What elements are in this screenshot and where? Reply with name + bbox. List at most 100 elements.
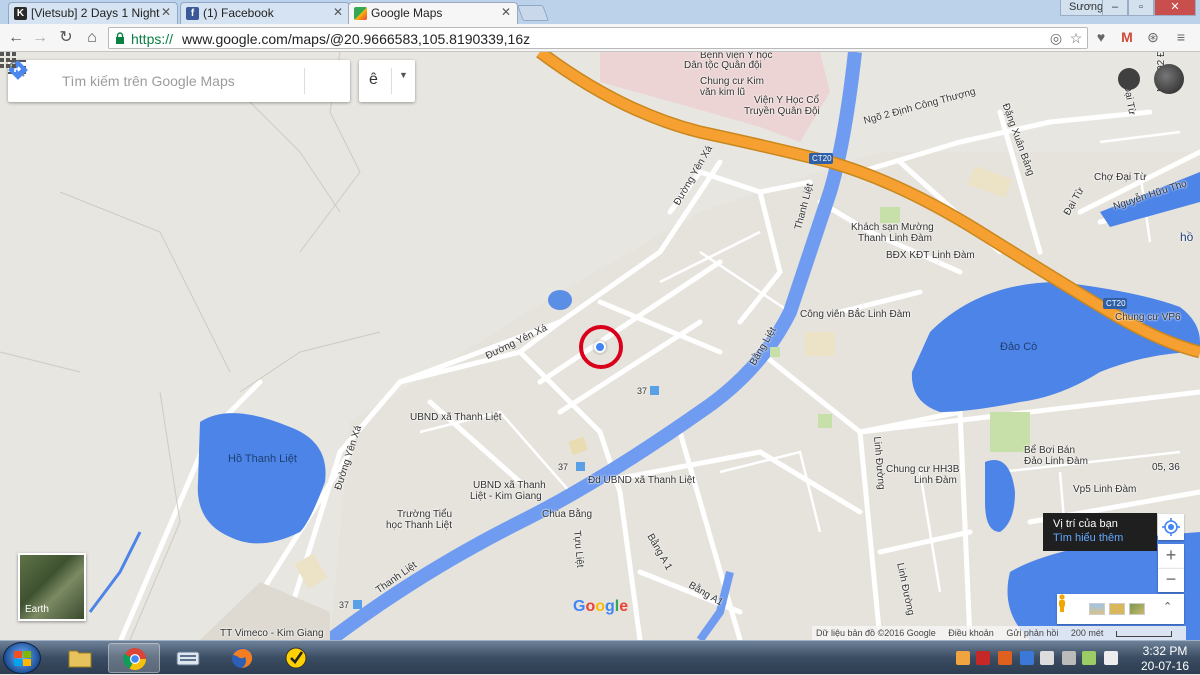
expand-chevron-icon[interactable]: ⌃	[1163, 600, 1172, 613]
address-bar[interactable]: https:// www.google.com/maps/@20.9666583…	[108, 27, 1088, 49]
windows-logo-icon	[14, 651, 31, 666]
imagery-thumbnail[interactable]	[1129, 603, 1145, 615]
taskbar-explorer[interactable]	[54, 643, 106, 673]
extension-icon[interactable]: ⊛	[1144, 28, 1162, 46]
network-signal-icon[interactable]	[1082, 651, 1096, 665]
map-label[interactable]: UBND xã Thanh Liệt	[410, 412, 502, 423]
close-icon[interactable]: ✕	[333, 5, 343, 19]
forward-arrow-icon[interactable]: →	[30, 28, 50, 48]
maximize-button[interactable]: ▫	[1128, 0, 1154, 16]
reload-icon[interactable]: ↻	[56, 28, 76, 48]
map-label[interactable]: Công viên Bắc Linh Đàm	[800, 309, 911, 320]
map-label: 05, 36	[1152, 462, 1180, 473]
tab-google-maps[interactable]: Google Maps ✕	[348, 2, 518, 24]
imagery-thumbnail[interactable]	[1109, 603, 1125, 615]
map-label[interactable]: Bể Bơi Bán	[1024, 445, 1075, 456]
minimize-button[interactable]: –	[1102, 0, 1128, 16]
keyboard-icon	[176, 651, 200, 666]
location-target-icon[interactable]: ◎	[1047, 29, 1065, 47]
map-label: Đảo Cò	[1000, 341, 1038, 353]
taskbar-chrome[interactable]	[108, 643, 160, 673]
chrome-menu-icon[interactable]: ≡	[1172, 28, 1190, 46]
tab-label: Google Maps	[371, 6, 443, 20]
feedback-link[interactable]: Gửi phản hồi	[1006, 628, 1058, 638]
close-icon[interactable]: ✕	[161, 5, 171, 19]
browser-titlebar: K [Vietsub] 2 Days 1 Night S ✕ f (1) Fac…	[0, 0, 1200, 24]
tray-antivirus-icon[interactable]	[976, 651, 990, 665]
earth-view-toggle[interactable]: Earth	[18, 553, 86, 621]
my-location-button[interactable]	[1158, 514, 1184, 540]
map-label[interactable]: Viện Y Học Cổ	[754, 95, 819, 106]
tab-vietsub[interactable]: K [Vietsub] 2 Days 1 Night S ✕	[8, 2, 178, 24]
imagery-thumbnail[interactable]	[1089, 603, 1105, 615]
map-canvas[interactable]: Bệnh viện Y học Dân tộc Quân đội Chung c…	[0, 52, 1200, 640]
tab-favicon-k-icon: K	[14, 7, 27, 20]
map-label[interactable]: Liệt - Kim Giang	[470, 491, 542, 502]
search-input[interactable]	[62, 72, 262, 90]
facebook-icon: f	[186, 7, 199, 20]
dropdown-arrow-icon[interactable]: ▼	[399, 70, 408, 80]
map-label[interactable]: Chung cư Kim	[700, 76, 764, 87]
zoom-out-button[interactable]: −	[1158, 568, 1184, 592]
new-tab-button[interactable]	[517, 5, 549, 21]
map-attribution: Dữ liệu bản đồ ©2016 Google Điều khoản G…	[812, 626, 1186, 640]
notification-bell-icon[interactable]	[1118, 68, 1140, 90]
map-label[interactable]: Chung cư VP6	[1115, 312, 1181, 323]
learn-more-link[interactable]: Tìm hiểu thêm	[1053, 532, 1147, 544]
usb-icon[interactable]	[1062, 651, 1076, 665]
taskbar-keyboard-app[interactable]	[162, 643, 214, 673]
map-label[interactable]: TT Vimeco - Kim Giang	[220, 628, 324, 639]
tray-app-icon[interactable]	[998, 651, 1012, 665]
map-label[interactable]: văn kim lũ	[700, 87, 745, 98]
home-icon[interactable]: ⌂	[82, 28, 102, 48]
start-button[interactable]	[3, 642, 41, 674]
bluetooth-icon[interactable]	[1020, 651, 1034, 665]
window-close-button[interactable]: ✕	[1154, 0, 1196, 16]
scale-label[interactable]: 200 mét	[1071, 628, 1104, 638]
map-label[interactable]: Đd UBND xã Thanh Liệt	[588, 475, 695, 486]
street-view-panel: ⌃	[1057, 594, 1184, 624]
map-label[interactable]: Chợ Đại Từ	[1094, 172, 1147, 183]
map-label[interactable]: Đảo Linh Đàm	[1024, 456, 1088, 467]
map-label[interactable]: Chung cư HH3B	[886, 464, 959, 475]
map-label[interactable]: Dân tộc Quân đội	[684, 60, 762, 71]
route-label: 37	[558, 462, 569, 472]
clock-time[interactable]: 3:32 PM	[1137, 644, 1193, 658]
your-location-tooltip: Vị trí của bạn Tìm hiểu thêm	[1043, 513, 1157, 551]
tab-facebook[interactable]: f (1) Facebook ✕	[180, 2, 350, 24]
taskbar-norton[interactable]	[270, 643, 322, 673]
google-logo: Google	[573, 598, 629, 615]
system-tray: 3:32 PM 20-07-16	[950, 641, 1200, 675]
zoom-in-button[interactable]: +	[1158, 544, 1184, 568]
volume-icon[interactable]	[1104, 651, 1118, 665]
google-maps-icon	[354, 7, 367, 20]
map-label: Hồ Thanh Liệt	[228, 453, 297, 465]
taskbar: 3:32 PM 20-07-16	[0, 640, 1200, 674]
apps-grid-icon[interactable]	[0, 52, 16, 68]
map-label[interactable]: Trường Tiểu	[397, 509, 452, 520]
gmail-icon[interactable]: M	[1118, 28, 1136, 46]
map-label[interactable]: Vp5 Linh Đàm	[1073, 484, 1136, 495]
tray-app-icon[interactable]	[956, 651, 970, 665]
close-icon[interactable]: ✕	[501, 5, 511, 19]
terms-link[interactable]: Điều khoản	[948, 628, 994, 638]
map-label[interactable]: BĐX KĐT Linh Đàm	[886, 250, 975, 261]
map-label[interactable]: Chùa Bằng	[542, 509, 592, 520]
map-label[interactable]: học Thanh Liệt	[386, 520, 452, 531]
map-label[interactable]: UBND xã Thanh	[473, 480, 546, 491]
flag-icon[interactable]	[1040, 651, 1054, 665]
input-method-selector[interactable]: ê ▼	[359, 60, 415, 102]
tab-label: [Vietsub] 2 Days 1 Night S	[31, 6, 163, 20]
back-arrow-icon[interactable]: ←	[6, 28, 26, 48]
map-label[interactable]: Thanh Linh Đàm	[858, 233, 932, 244]
pocket-icon[interactable]: ♥	[1092, 28, 1110, 46]
current-location-dot[interactable]	[594, 341, 606, 353]
pegman-icon[interactable]	[1057, 594, 1067, 612]
bookmark-star-icon[interactable]: ☆	[1067, 29, 1085, 47]
map-label[interactable]: Linh Đàm	[914, 475, 957, 486]
map-label[interactable]: Khách sạn Mường	[851, 222, 934, 233]
map-label[interactable]: Truyền Quân Đội	[744, 106, 820, 117]
avatar[interactable]	[1154, 64, 1184, 94]
clock-date[interactable]: 20-07-16	[1137, 659, 1193, 673]
taskbar-firefox[interactable]	[216, 643, 268, 673]
